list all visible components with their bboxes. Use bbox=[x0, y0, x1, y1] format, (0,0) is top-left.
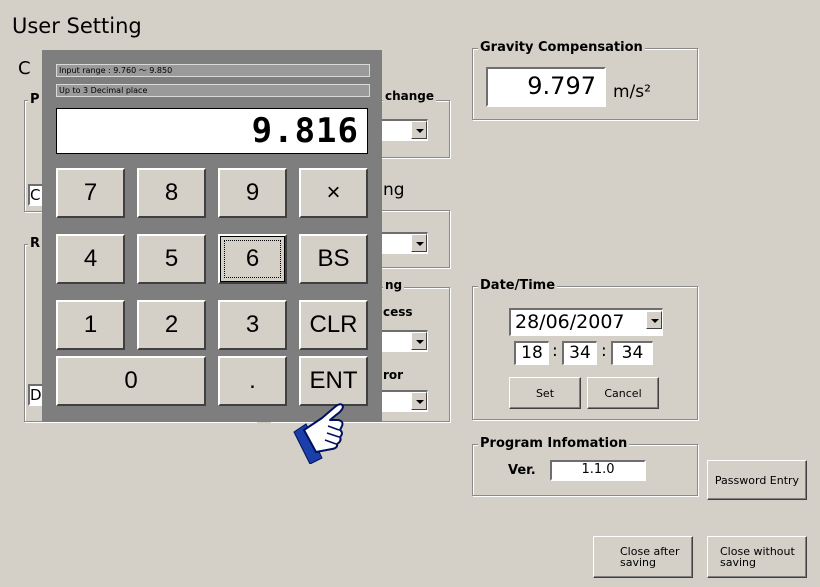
bg-heading-fragment: C bbox=[18, 58, 31, 79]
bg-heading-ng: ng bbox=[383, 180, 405, 200]
bg-dropdown-change[interactable] bbox=[378, 119, 428, 141]
close-without-saving-button[interactable]: Close without saving bbox=[707, 536, 807, 578]
calendar-dropdown-icon[interactable] bbox=[646, 311, 662, 329]
second-field[interactable]: 34 bbox=[611, 341, 653, 365]
gravity-label: Gravity Compensation bbox=[478, 40, 645, 55]
keypad-range-info: Input range : 9.760 ～ 9.850 bbox=[56, 64, 370, 77]
chevron-down-icon[interactable] bbox=[411, 121, 427, 139]
version-label: Ver. bbox=[508, 463, 536, 478]
chevron-down-icon[interactable] bbox=[411, 392, 427, 410]
bg-dropdown-ng[interactable] bbox=[378, 232, 428, 254]
gravity-unit: m/s² bbox=[613, 82, 651, 102]
close-after-saving-button[interactable]: Close after saving bbox=[593, 536, 693, 578]
key-decimal[interactable]: . bbox=[218, 356, 287, 406]
set-button[interactable]: Set bbox=[509, 377, 581, 409]
bg-change-label: change bbox=[383, 89, 437, 103]
key-7[interactable]: 7 bbox=[56, 168, 125, 218]
time-separator: : bbox=[601, 341, 607, 361]
key-2[interactable]: 2 bbox=[137, 300, 206, 350]
time-separator: : bbox=[552, 341, 558, 361]
bg-error-label: ror bbox=[383, 368, 404, 382]
pointing-hand-icon bbox=[293, 403, 344, 464]
key-backspace[interactable]: BS bbox=[299, 234, 368, 284]
key-3[interactable]: 3 bbox=[218, 300, 287, 350]
page-title: User Setting bbox=[12, 14, 142, 38]
key-6[interactable]: 6 bbox=[218, 234, 287, 284]
key-8[interactable]: 8 bbox=[137, 168, 206, 218]
chevron-down-icon[interactable] bbox=[411, 332, 427, 350]
datetime-label: Date/Time bbox=[478, 278, 558, 293]
bg-group-r-label: R bbox=[28, 236, 43, 251]
key-enter[interactable]: ENT bbox=[299, 356, 368, 406]
bg-ng2-label: ng bbox=[383, 278, 405, 292]
focus-ring bbox=[224, 240, 281, 278]
bg-dropdown-process[interactable] bbox=[378, 330, 428, 352]
keypad-display: 9.816 bbox=[56, 108, 368, 154]
key-multiply[interactable]: × bbox=[299, 168, 368, 218]
key-1[interactable]: 1 bbox=[56, 300, 125, 350]
version-field: 1.1.0 bbox=[550, 460, 646, 481]
date-field[interactable]: 28/06/2007 bbox=[509, 308, 663, 336]
cancel-button[interactable]: Cancel bbox=[587, 377, 659, 409]
key-5[interactable]: 5 bbox=[137, 234, 206, 284]
chevron-down-icon[interactable] bbox=[411, 234, 427, 252]
bg-process-label: cess bbox=[383, 305, 413, 319]
hour-field[interactable]: 18 bbox=[514, 341, 549, 365]
key-9[interactable]: 9 bbox=[218, 168, 287, 218]
bg-group-p-label: P bbox=[28, 92, 42, 107]
key-4[interactable]: 4 bbox=[56, 234, 125, 284]
keypad-decimal-info: Up to 3 Decimal place bbox=[56, 84, 370, 97]
password-entry-button[interactable]: Password Entry bbox=[707, 460, 807, 500]
key-0[interactable]: 0 bbox=[56, 356, 206, 406]
program-label: Program Infomation bbox=[478, 436, 630, 451]
gravity-value-field[interactable]: 9.797 bbox=[486, 67, 606, 107]
bg-dropdown-error[interactable] bbox=[378, 390, 428, 412]
key-clear[interactable]: CLR bbox=[299, 300, 368, 350]
minute-field[interactable]: 34 bbox=[562, 341, 597, 365]
